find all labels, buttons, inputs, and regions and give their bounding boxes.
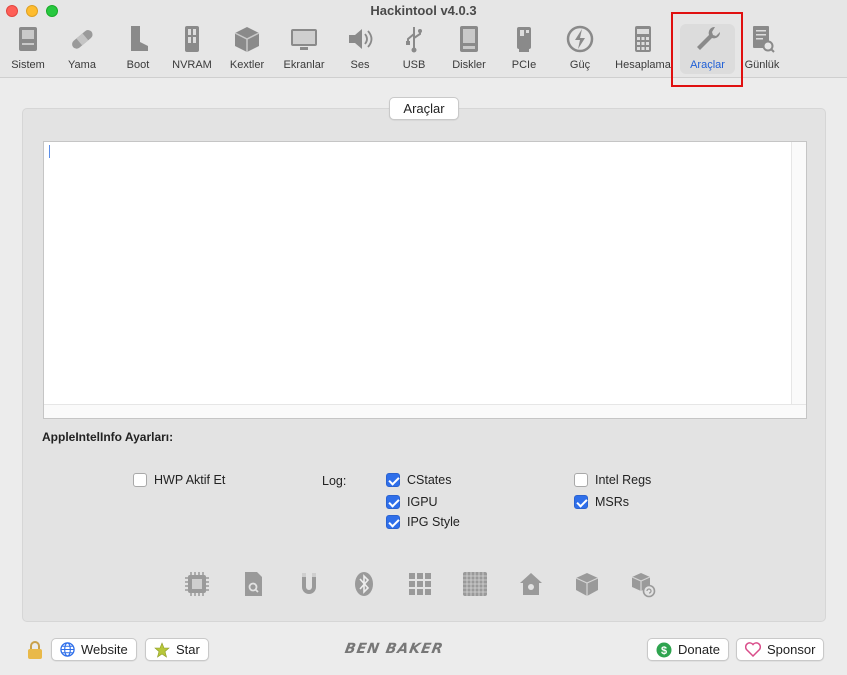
cpu-chip-icon[interactable] (184, 570, 210, 598)
power-bolt-icon (566, 25, 594, 53)
log-label: Log: (322, 474, 347, 488)
toolbar-label: NVRAM (172, 59, 212, 71)
star-button[interactable]: Star (145, 638, 209, 661)
msrs-checkbox[interactable]: MSRs (574, 495, 629, 509)
checkbox-label: HWP Aktif Et (154, 473, 226, 487)
toolbar-label: Kextler (229, 59, 265, 71)
toolbar-label: Günlük (744, 59, 780, 71)
computer-icon (19, 27, 37, 51)
cstates-checkbox[interactable]: CStates (386, 473, 451, 487)
star-icon (154, 641, 170, 658)
calculator-icon (635, 26, 651, 52)
brand-logo: BEN BAKER (343, 641, 445, 657)
donate-label: Donate (678, 642, 720, 657)
globe-icon (60, 642, 75, 657)
usb-icon (406, 27, 422, 53)
toolbar-label: Hesaplama (615, 59, 671, 71)
toolbar-item-ses[interactable]: Ses (342, 24, 378, 74)
toolbar-label: Ses (350, 59, 370, 71)
checkbox-label: CStates (407, 473, 452, 487)
toolbar-label: USB (402, 59, 426, 71)
toolbar-item-guc[interactable]: Güç (563, 24, 597, 74)
hwp-checkbox[interactable]: HWP Aktif Et (133, 473, 225, 487)
display-icon (291, 29, 317, 50)
magnet-icon[interactable] (296, 570, 322, 598)
cube-icon[interactable] (574, 570, 600, 598)
star-label: Star (176, 642, 200, 657)
output-text-area[interactable] (43, 141, 807, 419)
toolbar-label: Diskler (452, 59, 486, 71)
toolbar-label: PCIe (511, 59, 537, 71)
checkbox-label: IGPU (407, 495, 438, 509)
sd-card-icon[interactable] (240, 570, 266, 598)
horizontal-scrollbar[interactable] (44, 404, 806, 418)
toolbar-label: Ekranlar (283, 59, 325, 71)
grid-icon[interactable] (407, 570, 433, 598)
toolbar-item-nvram[interactable]: NVRAM (170, 24, 214, 74)
intel-regs-checkbox[interactable]: Intel Regs (574, 473, 651, 487)
toolbar-item-sistem[interactable]: Sistem (5, 24, 51, 74)
lock-icon[interactable] (25, 640, 45, 660)
ipg-style-checkbox[interactable]: IPG Style (386, 515, 460, 529)
toolbar-label: Sistem (11, 59, 45, 71)
text-caret (49, 145, 50, 158)
checkbox-box[interactable] (133, 473, 147, 487)
checkbox-box[interactable] (386, 495, 400, 509)
home-icon[interactable] (518, 570, 544, 598)
bandage-icon (72, 30, 93, 49)
memory-chip-icon (185, 26, 199, 52)
toolbar-item-kextler[interactable]: Kextler (226, 24, 268, 74)
disk-icon (460, 26, 478, 52)
website-label: Website (81, 642, 128, 657)
matrix-icon[interactable] (462, 570, 488, 598)
checkbox-box[interactable] (386, 515, 400, 529)
selection-highlight (671, 12, 743, 87)
tab-araclar[interactable]: Araçlar (389, 97, 459, 120)
toolbar-item-hesaplama[interactable]: Hesaplama (613, 24, 673, 74)
igpu-checkbox[interactable]: IGPU (386, 495, 438, 509)
toolbar-item-boot[interactable]: Boot (119, 24, 157, 74)
vertical-scrollbar[interactable] (791, 142, 806, 405)
checkbox-box[interactable] (386, 473, 400, 487)
toolbar-item-pcie[interactable]: PCIe (507, 24, 541, 74)
sponsor-button[interactable]: Sponsor (736, 638, 825, 661)
svg-text:$: $ (661, 645, 667, 657)
dollar-icon: $ (656, 642, 672, 657)
toolbar-item-gunluk[interactable]: Günlük (742, 24, 782, 74)
toolbar-item-diskler[interactable]: Diskler (449, 24, 489, 74)
package-icon (234, 27, 260, 52)
toolbar-label: Yama (68, 59, 96, 71)
checkbox-box[interactable] (574, 473, 588, 487)
checkbox-label: IPG Style (407, 515, 460, 529)
toolbar-item-yama[interactable]: Yama (62, 24, 102, 74)
log-document-icon (753, 26, 775, 53)
heart-icon (745, 642, 761, 657)
cubes-refresh-icon[interactable] (630, 570, 656, 598)
website-button[interactable]: Website (51, 638, 137, 661)
donate-button[interactable]: $ Donate (647, 638, 729, 661)
boot-icon (131, 26, 148, 51)
toolbar-label: Boot (126, 59, 150, 71)
pcie-card-icon (517, 27, 531, 52)
checkbox-label: Intel Regs (595, 473, 652, 487)
toolbar-item-ekranlar[interactable]: Ekranlar (280, 24, 328, 74)
toolbar-label: Güç (569, 59, 591, 71)
app-window: Hackintool v4.0.3 Sistem Yama Boot NVRAM… (0, 0, 847, 675)
bluetooth-icon[interactable] (351, 570, 377, 598)
speaker-icon (349, 29, 373, 49)
checkbox-box[interactable] (574, 495, 588, 509)
sponsor-label: Sponsor (767, 642, 816, 657)
checkbox-label: MSRs (595, 495, 630, 509)
toolbar-item-usb[interactable]: USB (398, 24, 430, 74)
section-title: AppleIntelInfo Ayarları: (42, 430, 174, 444)
